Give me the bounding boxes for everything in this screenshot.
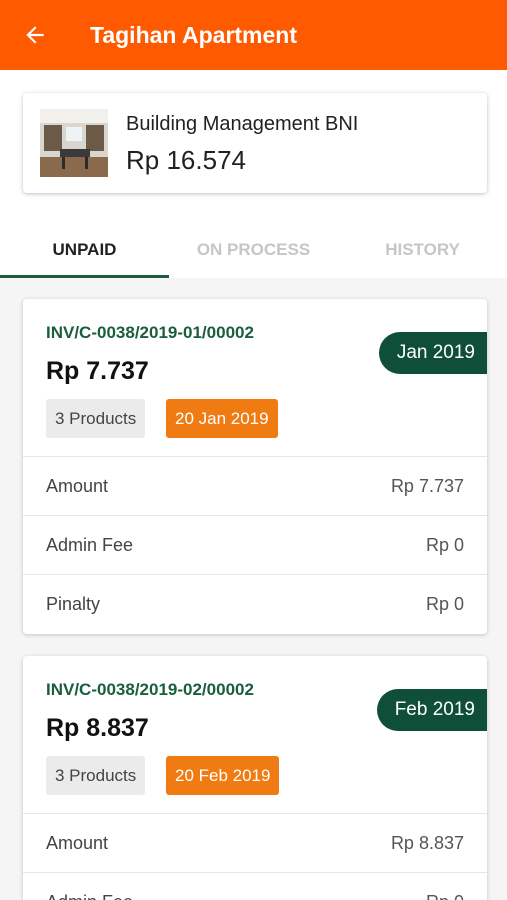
row-label: Pinalty — [46, 594, 101, 614]
row-label: Amount — [46, 832, 109, 853]
row-value: Rp 0 — [426, 892, 464, 900]
invoice-card[interactable]: INV/C-0038/2019-01/00002 Rp 7.737 Jan 20… — [23, 299, 487, 634]
tab-bar: UNPAID ON PROCESS HISTORY — [0, 222, 507, 278]
invoice-amount: Rp 8.837 — [46, 714, 149, 742]
arrow-left-icon — [26, 26, 44, 44]
invoice-card[interactable]: INV/C-0038/2019-02/00002 Rp 8.837 Feb 20… — [23, 656, 487, 900]
invoice-header: INV/C-0038/2019-02/00002 Rp 8.837 Feb 20… — [23, 656, 487, 814]
invoice-amount: Rp 7.737 — [46, 357, 149, 385]
building-total: Rp 16.574 — [126, 145, 246, 175]
admin-fee-row: Admin Fee Rp 0 — [23, 516, 487, 575]
tab-unpaid[interactable]: UNPAID — [0, 222, 169, 278]
month-badge: Jan 2019 — [378, 332, 487, 374]
penalty-row: Pinalty Rp 0 — [23, 575, 487, 634]
app-bar: Tagihan Apartment — [0, 0, 507, 70]
invoice-number: INV/C-0038/2019-02/00002 — [46, 680, 254, 699]
admin-fee-row: Admin Fee Rp 0 — [23, 873, 487, 900]
page-title: Tagihan Apartment — [90, 21, 298, 48]
building-card[interactable]: Building Management BNI Rp 16.574 — [23, 93, 487, 193]
row-label: Admin Fee — [46, 892, 133, 900]
products-chip: 3 Products — [46, 399, 146, 438]
tab-history[interactable]: HISTORY — [338, 222, 507, 278]
tab-on-process[interactable]: ON PROCESS — [169, 222, 338, 278]
row-label: Admin Fee — [46, 534, 134, 555]
row-value: Rp 8.837 — [390, 832, 464, 853]
month-badge: Feb 2019 — [376, 689, 487, 731]
products-chip: 3 Products — [46, 756, 146, 795]
amount-row: Amount Rp 8.837 — [23, 814, 487, 873]
row-value: Rp 0 — [425, 534, 464, 555]
due-date-chip: 20 Jan 2019 — [166, 399, 278, 438]
amount-row: Amount Rp 7.737 — [23, 457, 487, 516]
back-button[interactable] — [0, 0, 70, 70]
invoice-header: INV/C-0038/2019-01/00002 Rp 7.737 Jan 20… — [23, 299, 487, 457]
summary-area: Building Management BNI Rp 16.574 UNPAID… — [0, 70, 507, 278]
row-value: Rp 7.737 — [390, 475, 464, 496]
building-name: Building Management BNI — [126, 113, 359, 135]
row-label: Amount — [46, 475, 109, 496]
due-date-chip: 20 Feb 2019 — [166, 756, 280, 795]
building-image — [40, 109, 108, 177]
row-value: Rp 0 — [425, 594, 464, 614]
invoice-number: INV/C-0038/2019-01/00002 — [46, 323, 254, 342]
